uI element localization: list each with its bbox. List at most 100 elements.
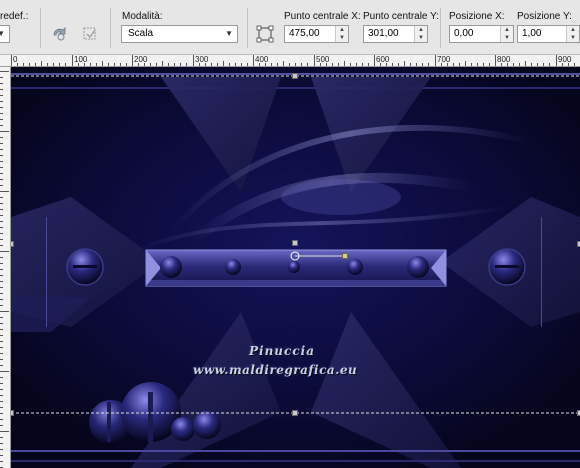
- ruler-minor-tick: [513, 63, 514, 66]
- ruler-minor-tick: [0, 155, 3, 156]
- ruler-minor-tick: [459, 63, 460, 66]
- ruler-minor-tick: [531, 63, 532, 66]
- pos-x-label: Posizione X:: [449, 11, 505, 22]
- spinner-arrows-icon[interactable]: ▲ ▼: [566, 26, 579, 42]
- preset-dropdown[interactable]: ▼: [0, 25, 10, 43]
- ruler-minor-tick: [0, 77, 3, 78]
- ruler-minor-tick: [138, 63, 139, 66]
- ruler-minor-tick: [78, 63, 79, 66]
- watermark-url: www.maldiregrafica.eu: [193, 363, 358, 377]
- ruler-minor-tick: [0, 407, 3, 408]
- center-x-spinner[interactable]: 475,00 ▲ ▼: [284, 25, 349, 43]
- deform-mode-icon[interactable]: [255, 24, 275, 44]
- ruler-minor-tick: [0, 173, 3, 174]
- spinner-arrows-icon[interactable]: ▲ ▼: [335, 26, 348, 42]
- ruler-minor-tick: [392, 63, 393, 66]
- ruler-minor-tick: [350, 63, 351, 66]
- center-y-spinner[interactable]: 301,00 ▲ ▼: [363, 25, 428, 43]
- ruler-minor-tick: [108, 63, 109, 66]
- ruler-minor-tick: [362, 63, 363, 66]
- ruler-minor-tick: [96, 63, 97, 66]
- ruler-minor-tick: [235, 63, 236, 66]
- ruler-minor-tick: [0, 299, 3, 300]
- ruler-minor-tick: [398, 63, 399, 66]
- ruler-minor-tick: [265, 63, 266, 66]
- ruler-minor-tick: [574, 63, 575, 66]
- ruler-minor-tick: [289, 63, 290, 66]
- preset-label: redef.:: [0, 11, 29, 22]
- ruler-minor-tick: [0, 431, 9, 432]
- image-canvas[interactable]: Pinuccia www.maldiregrafica.eu: [11, 67, 580, 468]
- ruler-label: 800: [497, 55, 511, 64]
- chevron-down-icon: ▼: [0, 29, 5, 38]
- ruler-major-tick: [11, 55, 12, 66]
- ruler-minor-tick: [543, 63, 544, 66]
- ruler-minor-tick: [47, 63, 48, 66]
- ruler-minor-tick: [0, 461, 3, 462]
- horizontal-ruler: 0 100 200 300 400 500 600 700 800 900: [0, 55, 580, 67]
- ruler-minor-tick: [507, 63, 508, 66]
- chevron-down-icon: ▼: [225, 29, 233, 38]
- pos-y-spinner[interactable]: 1,00 ▲ ▼: [517, 25, 580, 43]
- ruler-minor-tick: [168, 63, 169, 66]
- ruler-minor-tick: [277, 63, 278, 66]
- ruler-minor-tick: [0, 305, 3, 306]
- ruler-label: 600: [376, 55, 390, 64]
- ruler-minor-tick: [180, 63, 181, 66]
- ruler-minor-tick: [386, 63, 387, 66]
- deform-handle-bottom[interactable]: [292, 410, 298, 416]
- ruler-minor-tick: [35, 63, 36, 66]
- ruler-minor-tick: [0, 137, 3, 138]
- ruler-minor-tick: [422, 63, 423, 66]
- rotation-handle[interactable]: [292, 240, 298, 246]
- ruler-minor-tick: [0, 179, 3, 180]
- ruler-label: 400: [255, 55, 269, 64]
- ruler-minor-tick: [0, 341, 3, 342]
- ruler-minor-tick: [519, 63, 520, 66]
- spinner-arrows-icon[interactable]: ▲ ▼: [500, 26, 513, 42]
- ruler-major-tick: [495, 55, 496, 66]
- ruler-minor-tick: [0, 221, 3, 222]
- ruler-minor-tick: [0, 89, 3, 90]
- ruler-minor-tick: [29, 63, 30, 66]
- ruler-minor-tick: [0, 257, 3, 258]
- ruler-minor-tick: [0, 347, 3, 348]
- ruler-minor-tick: [0, 83, 3, 84]
- ruler-minor-tick: [150, 63, 151, 66]
- pos-x-value: 0,00: [454, 28, 474, 39]
- ruler-minor-tick: [162, 61, 163, 66]
- deform-handle-bottom-left[interactable]: [11, 410, 14, 416]
- ruler-major-tick: [193, 55, 194, 66]
- ruler-major-tick: [314, 55, 315, 66]
- ruler-minor-tick: [23, 63, 24, 66]
- ruler-minor-tick: [53, 63, 54, 66]
- ruler-minor-tick: [0, 101, 3, 102]
- ruler-label: 100: [74, 55, 88, 64]
- reset-icon[interactable]: [50, 24, 70, 44]
- ruler-minor-tick: [84, 63, 85, 66]
- pos-x-spinner[interactable]: 0,00 ▲ ▼: [449, 25, 514, 43]
- ruler-minor-tick: [186, 63, 187, 66]
- deform-handle-top[interactable]: [292, 73, 298, 79]
- ruler-minor-tick: [0, 149, 3, 150]
- ruler-minor-tick: [0, 167, 3, 168]
- pos-y-value: 1,00: [522, 28, 542, 39]
- ruler-minor-tick: [0, 377, 3, 378]
- ruler-minor-tick: [0, 317, 3, 318]
- ruler-minor-tick: [0, 209, 3, 210]
- ruler-minor-tick: [356, 63, 357, 66]
- ruler-minor-tick: [0, 365, 3, 366]
- separator: [247, 8, 248, 48]
- ruler-minor-tick: [320, 63, 321, 66]
- ruler-major-tick: [435, 55, 436, 66]
- apply-icon[interactable]: [80, 24, 100, 44]
- ruler-minor-tick: [568, 63, 569, 66]
- ruler-minor-tick: [126, 63, 127, 66]
- spinner-arrows-icon[interactable]: ▲ ▼: [414, 26, 427, 42]
- deform-handle-left[interactable]: [11, 241, 14, 247]
- ruler-minor-tick: [217, 63, 218, 66]
- ruler-minor-tick: [144, 63, 145, 66]
- ruler-major-tick: [556, 55, 557, 66]
- mode-dropdown[interactable]: Scala ▼: [121, 25, 238, 43]
- pivot-handle[interactable]: [342, 253, 348, 259]
